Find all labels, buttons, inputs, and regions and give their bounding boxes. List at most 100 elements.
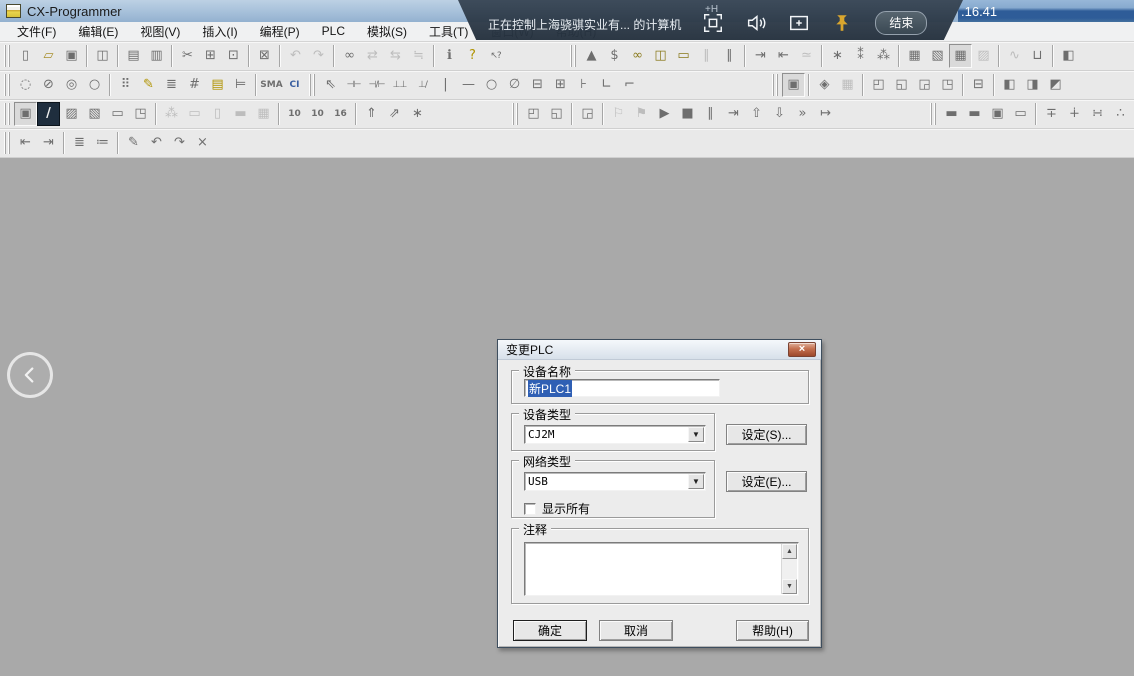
watch-window-icon[interactable]: ◧ xyxy=(998,73,1021,97)
indent-left-icon[interactable]: ⇤ xyxy=(14,131,37,155)
mark-redo-icon[interactable]: ↷ xyxy=(168,131,191,155)
compare-program-icon[interactable]: ≃ xyxy=(795,44,818,68)
clear-breakpoint-icon[interactable]: ⚑ xyxy=(630,102,653,126)
toolbar-grip[interactable] xyxy=(772,74,780,96)
local-symbol-icon[interactable]: ▧ xyxy=(83,102,106,126)
step-in-icon[interactable]: ⇧ xyxy=(745,102,768,126)
menu-edit[interactable]: 编辑(E) xyxy=(67,21,129,43)
help-icon[interactable]: ? xyxy=(461,44,484,68)
pause-icon[interactable]: ∥ xyxy=(718,44,741,68)
sim-run-icon[interactable]: ▶ xyxy=(653,102,676,126)
go-to-options-icon[interactable]: ∗ xyxy=(406,102,429,126)
time-chart-icon[interactable]: ⊔ xyxy=(1026,44,1049,68)
zoom-in-icon[interactable]: ○ xyxy=(83,73,106,97)
mark-set-icon[interactable]: ✎ xyxy=(122,131,145,155)
horizontal-line-icon[interactable]: — xyxy=(457,73,480,97)
go-to-prev-icon[interactable]: ⇑ xyxy=(360,102,383,126)
options-window-icon[interactable]: ◩ xyxy=(1044,73,1067,97)
toolbar-grip[interactable] xyxy=(570,45,578,67)
io-memory-icon[interactable]: ▦ xyxy=(252,102,275,126)
block-anchor-icon[interactable]: ≔ xyxy=(91,131,114,155)
tree-view-icon[interactable]: ⊨ xyxy=(229,73,252,97)
invert-icon[interactable]: ⊦ xyxy=(572,73,595,97)
ladder-view-icon[interactable]: ▤ xyxy=(206,73,229,97)
coil-icon[interactable]: ○ xyxy=(480,73,503,97)
simulator-online-icon[interactable]: / xyxy=(37,102,60,126)
indent-right-icon[interactable]: ⇥ xyxy=(37,131,60,155)
step-run-icon[interactable]: ⇥ xyxy=(722,102,745,126)
force-on-icon[interactable]: ∗ xyxy=(826,44,849,68)
project-window-icon[interactable]: ▣ xyxy=(14,102,37,126)
scroll-down-icon[interactable]: ▼ xyxy=(782,579,797,594)
show-all-checkbox[interactable] xyxy=(524,503,536,515)
change-all-icon[interactable]: ≒ xyxy=(407,44,430,68)
copy-icon[interactable]: ⊞ xyxy=(199,44,222,68)
rung-disable-icon[interactable]: ◳ xyxy=(936,73,959,97)
plc-monitor-icon[interactable]: ▭ xyxy=(672,44,695,68)
sim-pause-icon[interactable]: ∥ xyxy=(699,102,722,126)
toolbar-grip[interactable] xyxy=(512,103,520,125)
rung-enable-icon[interactable]: ◲ xyxy=(913,73,936,97)
force-cancel-icon[interactable]: ⁂ xyxy=(872,44,895,68)
end-session-button[interactable]: 结束 xyxy=(875,11,927,35)
trace-save-icon[interactable]: ▬ xyxy=(963,102,986,126)
device-type-dropdown-icon[interactable]: ▼ xyxy=(688,427,704,442)
sim-mode-icon[interactable]: ◲ xyxy=(576,102,599,126)
undo-icon[interactable]: ↶ xyxy=(284,44,307,68)
ci-view-icon[interactable]: CI xyxy=(283,73,306,97)
sim-stop-icon[interactable]: ■ xyxy=(676,102,699,126)
force-off-icon[interactable]: ⁑ xyxy=(849,44,872,68)
paste-special-icon[interactable]: ⊠ xyxy=(253,44,276,68)
replace-icon[interactable]: ⇄ xyxy=(361,44,384,68)
rung-list-icon[interactable]: ≣ xyxy=(160,73,183,97)
back-button[interactable] xyxy=(7,352,53,398)
toolbar-grip[interactable] xyxy=(4,74,12,96)
device-name-input[interactable]: 新PLC1 xyxy=(524,379,720,397)
step-trace-icon[interactable]: ∿ xyxy=(1003,44,1026,68)
zoom-out-icon[interactable]: ◎ xyxy=(60,73,83,97)
address-reference-icon[interactable]: ⊟ xyxy=(967,73,990,97)
dialog-titlebar[interactable]: 变更PLC × xyxy=(498,340,821,360)
print-icon[interactable]: ▤ xyxy=(122,44,145,68)
io-table-icon[interactable]: ▦ xyxy=(903,44,926,68)
toolbar-grip[interactable] xyxy=(309,74,317,96)
closed-contact-icon[interactable]: ⊣/⊢ xyxy=(365,73,388,97)
transfer-from-plc-icon[interactable]: ⇤ xyxy=(772,44,795,68)
properties-icon[interactable]: ◳ xyxy=(129,102,152,126)
open-file-icon[interactable]: ▱ xyxy=(37,44,60,68)
continuous-step-icon[interactable]: » xyxy=(791,102,814,126)
memory-window-icon[interactable]: ▬ xyxy=(229,102,252,126)
comment-textarea[interactable]: ▲ ▼ xyxy=(524,542,799,596)
save-icon[interactable]: ▣ xyxy=(60,44,83,68)
scroll-up-icon[interactable]: ▲ xyxy=(782,544,797,559)
transfer-to-plc-icon[interactable]: ⇥ xyxy=(749,44,772,68)
device-type-select[interactable]: CJ2M ▼ xyxy=(524,425,706,444)
or-contact-icon[interactable]: ⊥⊥ xyxy=(388,73,411,97)
toolbar-grip[interactable] xyxy=(4,103,12,125)
cancel-button[interactable]: 取消 xyxy=(599,620,673,641)
output-window-icon[interactable]: ◨ xyxy=(1021,73,1044,97)
cross-reference-icon[interactable]: ⁂ xyxy=(160,102,183,126)
rung-insert-below-icon[interactable]: ◱ xyxy=(890,73,913,97)
find-next-icon[interactable]: ⇆ xyxy=(384,44,407,68)
edge-partial-icon[interactable]: ◧ xyxy=(1057,44,1080,68)
zoom-cut-icon[interactable]: ⊘ xyxy=(37,73,60,97)
line-delete-icon[interactable]: ⌐ xyxy=(618,73,641,97)
network-settings-button[interactable]: 设定(E)... xyxy=(726,471,807,492)
context-help-icon[interactable]: ↖? xyxy=(484,44,507,68)
vertical-line-icon[interactable]: | xyxy=(434,73,457,97)
chart-overlay-icon[interactable]: ∴ xyxy=(1109,102,1132,126)
calendar-icon[interactable]: ▦ xyxy=(836,73,859,97)
zoom-tool-icon[interactable]: ◌ xyxy=(14,73,37,97)
monitor-warning-icon[interactable]: ◫ xyxy=(649,44,672,68)
work-online-icon[interactable]: ▲ xyxy=(580,44,603,68)
io-table-compare-icon[interactable]: ▨ xyxy=(972,44,995,68)
trace-start-icon[interactable]: ▣ xyxy=(986,102,1009,126)
find-icon[interactable]: ∞ xyxy=(338,44,361,68)
online-edit-icon[interactable]: $ xyxy=(603,44,626,68)
hex-view-icon[interactable]: 16 xyxy=(329,102,352,126)
trace-read-icon[interactable]: ▭ xyxy=(1009,102,1032,126)
signed-decimal-view-icon[interactable]: 10 xyxy=(306,102,329,126)
ok-button[interactable]: 确定 xyxy=(513,620,587,641)
mnemonic-view-icon[interactable]: SMA xyxy=(260,73,283,97)
